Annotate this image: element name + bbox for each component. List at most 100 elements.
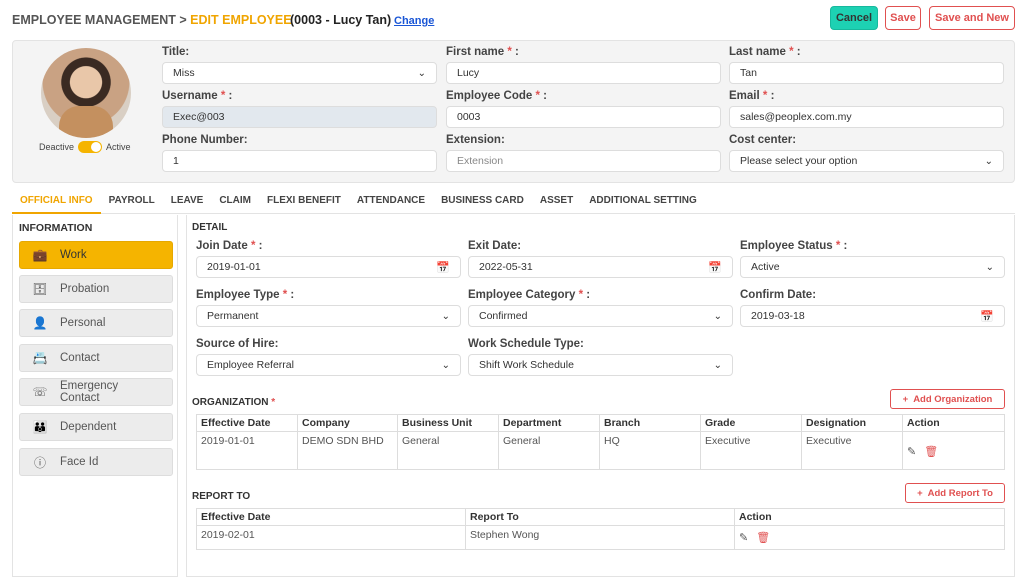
employee-type-select[interactable]: Permanent ⌄ xyxy=(196,305,461,327)
add-report-to-button[interactable]: + Add Report To xyxy=(905,483,1005,503)
exit-date-field: Exit Date: 2022-05-31 📅 xyxy=(468,240,733,278)
active-toggle[interactable] xyxy=(78,141,103,153)
phone-input[interactable]: 1 xyxy=(162,150,437,172)
cost-center-select[interactable]: Please select your option ⌄ xyxy=(729,150,1004,172)
source-of-hire-label: Source of Hire: xyxy=(196,338,279,350)
information-title: INFORMATION xyxy=(19,222,93,234)
work-schedule-type-select[interactable]: Shift Work Schedule ⌄ xyxy=(468,354,733,376)
column-header: Business Unit xyxy=(398,415,499,431)
tab-leave[interactable]: LEAVE xyxy=(163,192,212,214)
tab-claim[interactable]: CLAIM xyxy=(211,192,259,214)
add-organization-button[interactable]: + Add Organization xyxy=(890,389,1005,409)
employee-type-field: Employee Type * : Permanent ⌄ xyxy=(196,289,461,327)
column-header: Company xyxy=(298,415,398,431)
join-date-label: Join Date xyxy=(196,240,248,252)
tab-asset[interactable]: ASSET xyxy=(532,192,581,214)
edit-icon[interactable]: ✎ xyxy=(739,531,748,544)
exit-date-input[interactable]: 2022-05-31 📅 xyxy=(468,256,733,278)
last-name-value: Tan xyxy=(740,67,757,79)
first-name-field: First name * : Lucy xyxy=(446,46,721,84)
column-header: Action xyxy=(739,511,772,523)
sidebar-item-label: Dependent xyxy=(60,421,117,433)
email-input[interactable]: sales@peoplex.com.my xyxy=(729,106,1004,128)
employee-category-select[interactable]: Confirmed ⌄ xyxy=(468,305,733,327)
join-date-input[interactable]: 2019-01-01 📅 xyxy=(196,256,461,278)
employee-category-value: Confirmed xyxy=(479,310,528,322)
plus-icon: + xyxy=(917,487,923,499)
save-button[interactable]: Save xyxy=(885,6,921,30)
extension-label: Extension: xyxy=(446,134,505,146)
tab-official-info[interactable]: OFFICIAL INFO xyxy=(12,192,101,214)
exit-date-label: Exit Date: xyxy=(468,240,522,252)
calendar-icon[interactable]: 📅 xyxy=(980,310,994,323)
page-header: EMPLOYEE MANAGEMENT > EDIT EMPLOYEE (000… xyxy=(12,6,1017,34)
phone-field: Phone Number: 1 xyxy=(162,134,437,172)
avatar[interactable] xyxy=(41,48,131,138)
save-and-new-button[interactable]: Save and New xyxy=(929,6,1015,30)
employee-status-label: Employee Status xyxy=(740,240,833,252)
employee-status-select[interactable]: Active ⌄ xyxy=(740,256,1005,278)
employee-category-field: Employee Category * : Confirmed ⌄ xyxy=(468,289,733,327)
source-of-hire-select[interactable]: Employee Referral ⌄ xyxy=(196,354,461,376)
contact-card-icon: 📇 xyxy=(32,351,48,365)
briefcase-icon: 💼 xyxy=(32,248,48,262)
trash-icon[interactable]: 🗑 xyxy=(756,531,770,544)
phone-value: 1 xyxy=(173,155,179,167)
last-name-field: Last name * : Tan xyxy=(729,46,1004,84)
tab-additional-setting[interactable]: ADDITIONAL SETTING xyxy=(581,192,705,214)
table-row: 2019-02-01 Stephen Wong ✎ 🗑 xyxy=(197,526,1004,549)
employee-id: (0003 - Lucy Tan) xyxy=(290,13,392,27)
breadcrumb-root[interactable]: EMPLOYEE MANAGEMENT > xyxy=(12,13,187,27)
sidebar-item-probation[interactable]: 🗄 Probation xyxy=(19,275,173,303)
table-cell: Executive xyxy=(701,432,802,469)
confirm-date-label: Confirm Date: xyxy=(740,289,817,301)
employee-code-field: Employee Code * : 0003 xyxy=(446,90,721,128)
table-cell: General xyxy=(499,432,600,469)
username-input[interactable]: Exec@003 xyxy=(162,106,437,128)
sidebar-item-emergency-contact[interactable]: ☏ Emergency Contact xyxy=(19,378,173,406)
tab-flexi-benefit[interactable]: FLEXI BENEFIT xyxy=(259,192,349,214)
work-schedule-type-label: Work Schedule Type: xyxy=(468,338,584,350)
employee-code-label: Employee Code xyxy=(446,90,533,102)
sidebar-item-personal[interactable]: 👤 Personal xyxy=(19,309,173,337)
calendar-icon[interactable]: 📅 xyxy=(436,261,450,274)
sidebar-item-dependent[interactable]: 👪 Dependent xyxy=(19,413,173,441)
employee-type-value: Permanent xyxy=(207,310,259,322)
chevron-down-icon: ⌄ xyxy=(985,261,994,273)
column-header: Branch xyxy=(600,415,701,431)
extension-input[interactable]: Extension xyxy=(446,150,721,172)
last-name-input[interactable]: Tan xyxy=(729,62,1004,84)
first-name-label: First name xyxy=(446,46,505,58)
change-employee-link[interactable]: Change xyxy=(394,15,434,27)
cost-center-label: Cost center: xyxy=(729,134,797,146)
profile-card: Deactive Active Title: Miss ⌄ First name … xyxy=(12,40,1015,183)
sidebar-item-face-id[interactable]: ⓘ Face Id xyxy=(19,448,173,476)
calendar-icon[interactable]: 📅 xyxy=(708,261,722,274)
edit-icon[interactable]: ✎ xyxy=(907,445,916,458)
sidebar-item-work[interactable]: 💼 Work xyxy=(19,241,173,269)
tab-attendance[interactable]: ATTENDANCE xyxy=(349,192,433,214)
employee-code-input[interactable]: 0003 xyxy=(446,106,721,128)
tab-business-card[interactable]: BUSINESS CARD xyxy=(433,192,532,214)
breadcrumb: EMPLOYEE MANAGEMENT > EDIT EMPLOYEE xyxy=(12,13,292,27)
table-cell: 2019-02-01 xyxy=(197,526,466,549)
sidebar-item-label: Face Id xyxy=(60,456,99,468)
cancel-button[interactable]: Cancel xyxy=(830,6,878,30)
first-name-input[interactable]: Lucy xyxy=(446,62,721,84)
column-header: Effective Date xyxy=(197,509,466,525)
tab-payroll[interactable]: PAYROLL xyxy=(101,192,163,214)
briefcase-icon: 🗄 xyxy=(32,282,48,296)
column-header: Grade xyxy=(701,415,802,431)
email-field: Email * : sales@peoplex.com.my xyxy=(729,90,1004,128)
chevron-down-icon: ⌄ xyxy=(984,155,993,167)
employee-type-label: Employee Type xyxy=(196,289,280,301)
sidebar-item-contact[interactable]: 📇 Contact xyxy=(19,344,173,372)
column-header: Designation xyxy=(802,415,903,431)
trash-icon[interactable]: 🗑 xyxy=(924,445,938,458)
active-toggle-row: Deactive Active xyxy=(39,141,131,153)
title-select[interactable]: Miss ⌄ xyxy=(162,62,437,84)
sidebar-item-label: Contact xyxy=(60,352,100,364)
table-cell: HQ xyxy=(600,432,701,469)
confirm-date-input[interactable]: 2019-03-18 📅 xyxy=(740,305,1005,327)
title-label: Title: xyxy=(162,46,190,58)
